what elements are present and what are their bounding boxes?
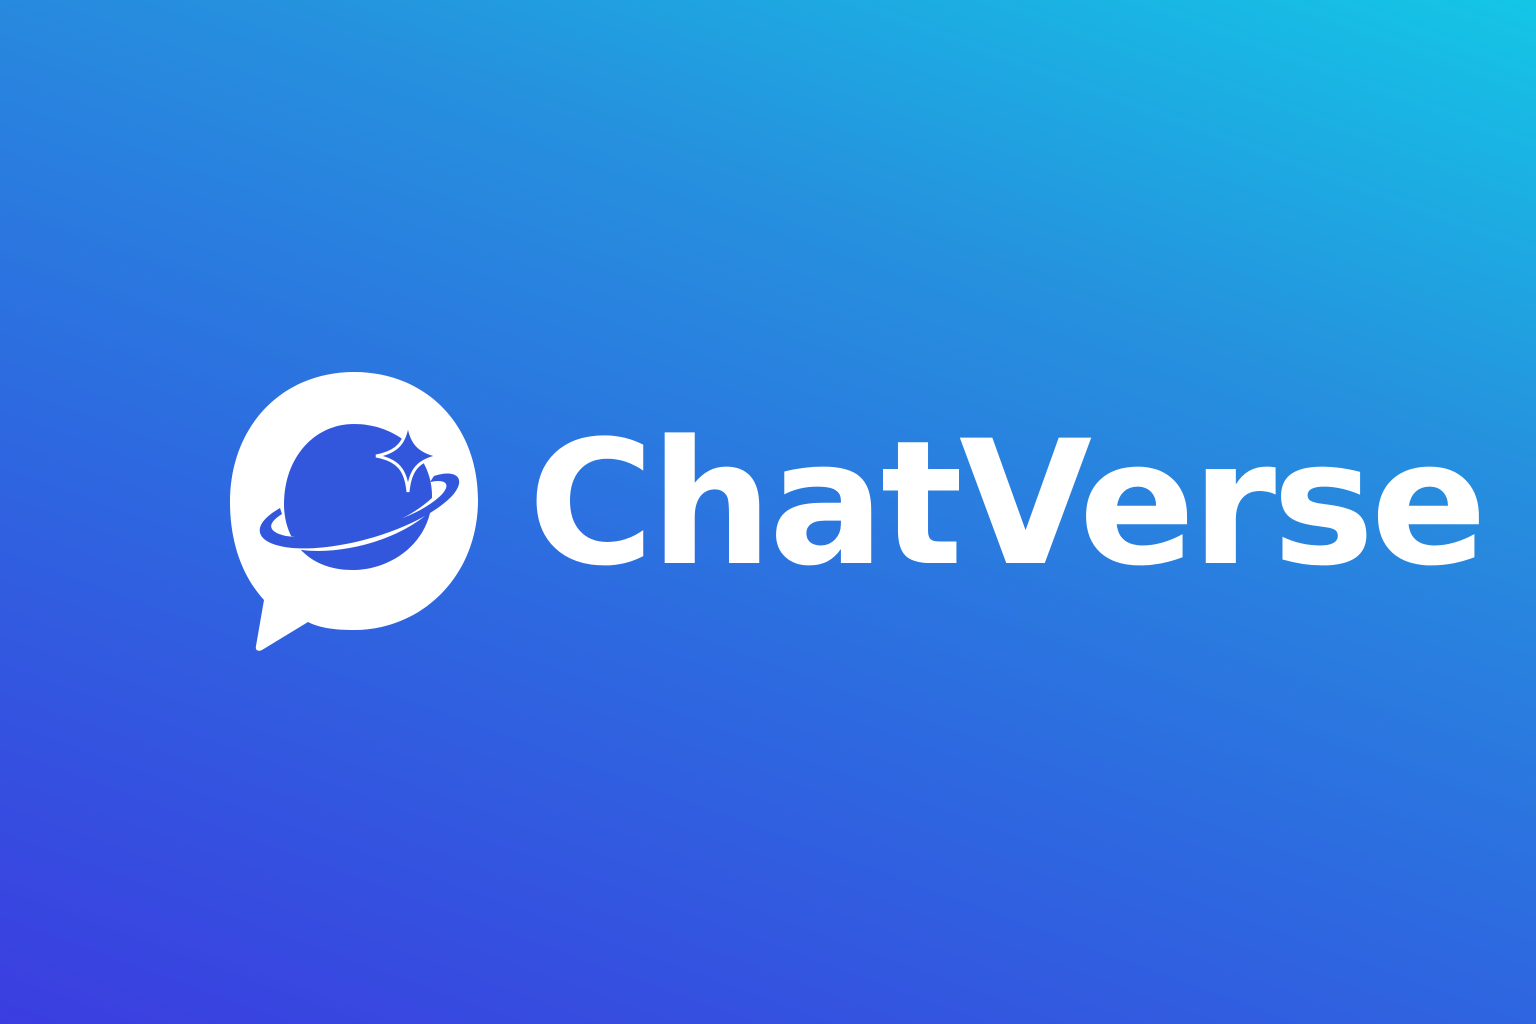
brand-wordmark: ChatVerse [528, 403, 1487, 604]
brand-logo-lockup: ChatVerse [0, 0, 1536, 1024]
chat-bubble-planet-icon [230, 372, 478, 651]
